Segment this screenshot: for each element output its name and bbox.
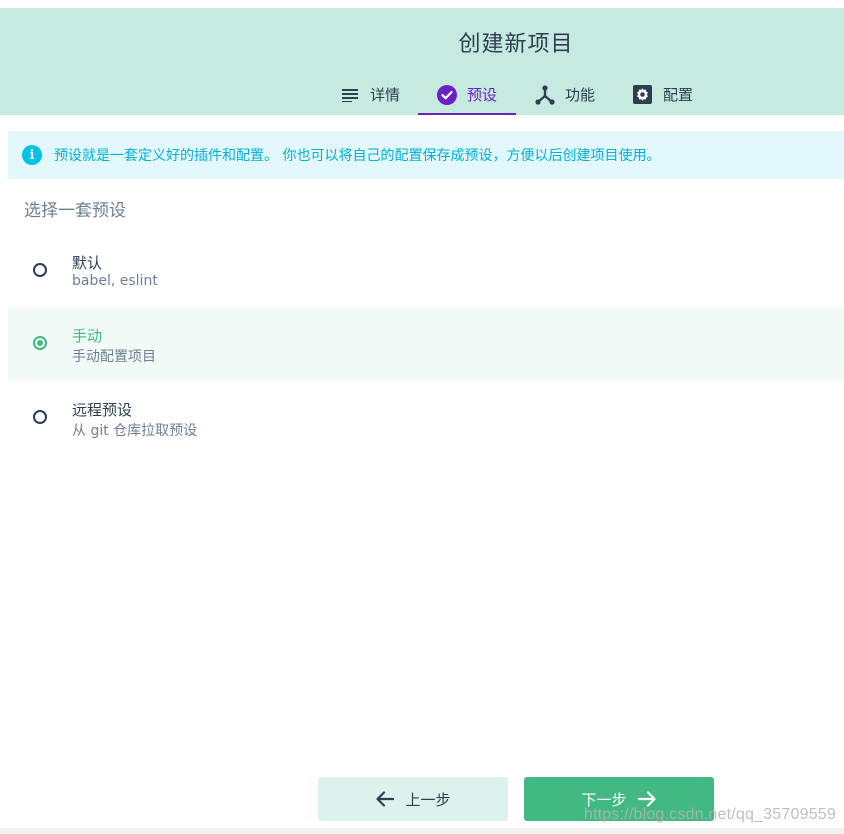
preset-name: 默认 [72, 254, 103, 272]
page-header: 创建新项目 详情 预设 功能 配置 [0, 8, 844, 115]
settings-icon [633, 85, 653, 105]
merge-icon [535, 84, 555, 105]
tab-presets[interactable]: 预设 [418, 74, 516, 115]
tab-config-label: 配置 [662, 86, 693, 104]
info-banner: i 预设就是一套定义好的插件和配置。 你也可以将自己的配置保存成预设，方便以后创… [8, 131, 844, 179]
step-tabs: 详情 预设 功能 配置 [322, 74, 712, 115]
preset-option-manual[interactable]: 手动 手动配置项目 [8, 307, 844, 381]
check-circle-icon [436, 84, 457, 105]
radio-button[interactable] [33, 410, 47, 424]
bottom-border [0, 828, 844, 834]
previous-button[interactable]: 上一步 [318, 777, 508, 821]
preset-name: 手动 [72, 327, 103, 345]
list-icon [340, 85, 360, 105]
preset-description: babel, eslint [72, 273, 158, 289]
tab-details[interactable]: 详情 [322, 74, 418, 115]
tab-details-label: 详情 [369, 86, 400, 104]
preset-description: 从 git 仓库拉取预设 [72, 423, 198, 439]
preset-description: 手动配置项目 [72, 349, 156, 365]
arrow-left-icon [375, 789, 395, 809]
tab-presets-label: 预设 [466, 86, 497, 104]
radio-dot [37, 340, 43, 346]
page-title: 创建新项目 [458, 32, 574, 57]
info-icon: i [22, 145, 42, 165]
watermark-text: https://blog.csdn.net/qq_35709559 [583, 806, 836, 823]
info-text: 预设就是一套定义好的插件和配置。 你也可以将自己的配置保存成预设，方便以后创建项… [54, 148, 661, 164]
window-top-border [0, 0, 844, 8]
preset-name: 远程预设 [72, 401, 133, 419]
radio-button-selected[interactable] [33, 336, 47, 350]
section-title: 选择一套预设 [24, 201, 126, 221]
tab-features[interactable]: 功能 [516, 74, 614, 115]
preset-option-remote[interactable]: 远程预设 从 git 仓库拉取预设 [8, 381, 844, 455]
preset-option-default[interactable]: 默认 babel, eslint [8, 234, 844, 308]
previous-button-label: 上一步 [405, 790, 451, 809]
tab-config[interactable]: 配置 [614, 74, 712, 115]
radio-button[interactable] [33, 263, 47, 277]
tab-features-label: 功能 [564, 86, 595, 104]
